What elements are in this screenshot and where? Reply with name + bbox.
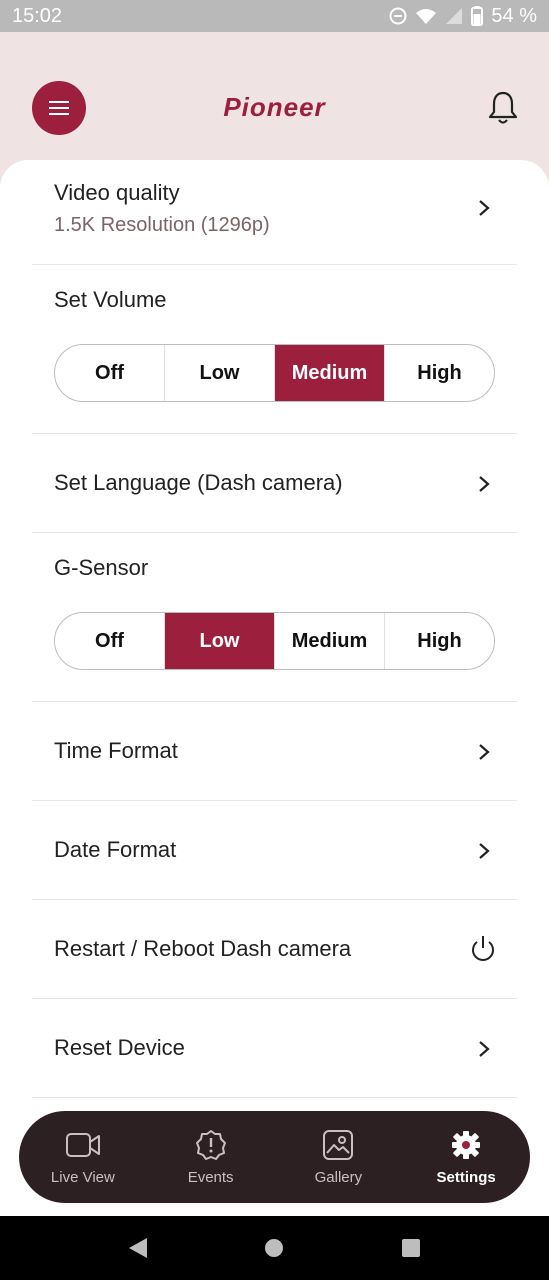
power-icon (472, 936, 494, 961)
system-navigation-bar (0, 1216, 549, 1280)
dnd-icon (389, 7, 407, 25)
wifi-icon (415, 7, 437, 25)
date-format-title: Date Format (54, 837, 177, 862)
chevron-right-icon (479, 1041, 490, 1057)
volume-option-high[interactable]: High (385, 345, 494, 401)
volume-segmented-control: Off Low Medium High (54, 344, 495, 402)
chevron-right-icon (479, 843, 490, 859)
chevron-right-icon (479, 200, 490, 216)
gsensor-row: G-Sensor Off Low Medium High (32, 533, 517, 702)
nav-events[interactable]: Events (156, 1129, 266, 1186)
volume-option-low[interactable]: Low (165, 345, 275, 401)
bell-icon (488, 91, 518, 124)
gear-icon (452, 1130, 481, 1159)
gsensor-option-high[interactable]: High (385, 613, 494, 669)
home-icon[interactable] (263, 1237, 285, 1259)
time-format-title: Time Format (54, 738, 178, 763)
recents-icon[interactable] (400, 1237, 422, 1259)
chevron-right-icon (479, 744, 490, 760)
nav-settings-label: Settings (436, 1168, 496, 1186)
settings-card: Video quality 1.5K Resolution (1296p) Se… (0, 160, 549, 1220)
battery-icon (471, 6, 484, 26)
alert-badge-icon (195, 1129, 226, 1160)
gsensor-segmented-control: Off Low Medium High (54, 612, 495, 670)
restart-row[interactable]: Restart / Reboot Dash camera (32, 900, 517, 999)
pioneer-logo: Pioneer (223, 92, 326, 122)
volume-row: Set Volume Off Low Medium High (32, 265, 517, 434)
language-title: Set Language (Dash camera) (54, 470, 343, 495)
video-quality-row[interactable]: Video quality 1.5K Resolution (1296p) (32, 160, 517, 265)
battery-percent: 54 % (491, 4, 537, 27)
gallery-icon (323, 1129, 354, 1160)
video-camera-icon (65, 1132, 100, 1157)
reset-row[interactable]: Reset Device (32, 999, 517, 1098)
date-format-row[interactable]: Date Format (32, 801, 517, 900)
signal-icon (445, 7, 463, 25)
gsensor-option-low[interactable]: Low (165, 613, 275, 669)
nav-gallery[interactable]: Gallery (283, 1129, 393, 1186)
gsensor-option-medium[interactable]: Medium (275, 613, 385, 669)
reset-title: Reset Device (54, 1035, 185, 1060)
nav-gallery-label: Gallery (314, 1168, 363, 1186)
video-quality-value: 1.5K Resolution (1296p) (54, 214, 270, 236)
notifications-button[interactable] (487, 90, 519, 126)
status-bar: 15:02 54 % (0, 0, 549, 32)
volume-option-medium[interactable]: Medium (275, 345, 385, 401)
chevron-right-icon (479, 476, 490, 492)
back-icon[interactable] (127, 1236, 149, 1260)
nav-events-label: Events (187, 1168, 234, 1186)
gsensor-title: G-Sensor (54, 555, 149, 580)
nav-live-view-label: Live View (50, 1168, 115, 1186)
language-row[interactable]: Set Language (Dash camera) (32, 434, 517, 533)
time-format-row[interactable]: Time Format (32, 702, 517, 801)
nav-settings[interactable]: Settings (411, 1129, 521, 1186)
nav-live-view[interactable]: Live View (28, 1129, 138, 1186)
volume-title: Set Volume (54, 287, 167, 312)
volume-option-off[interactable]: Off (55, 345, 165, 401)
video-quality-title: Video quality (54, 180, 180, 205)
status-time: 15:02 (12, 4, 63, 27)
gsensor-option-off[interactable]: Off (55, 613, 165, 669)
status-icons: 54 % (389, 5, 537, 28)
restart-title: Restart / Reboot Dash camera (54, 936, 352, 961)
bottom-navigation: Live View Events Gallery Settings (19, 1111, 530, 1203)
app-header: Pioneer (0, 32, 549, 162)
